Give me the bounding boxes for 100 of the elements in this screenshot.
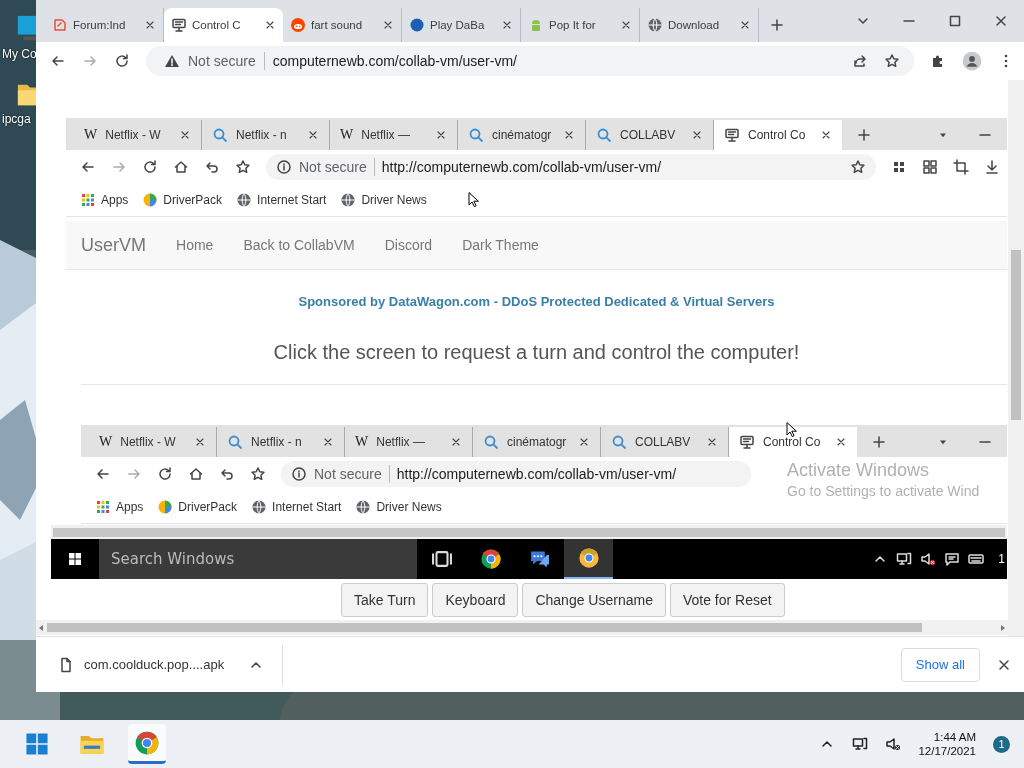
browser-tab[interactable]: Control Co bbox=[714, 120, 842, 150]
crop-icon[interactable] bbox=[953, 159, 969, 175]
nav-link[interactable]: Home bbox=[176, 237, 214, 253]
monitor-icon[interactable] bbox=[852, 736, 869, 752]
close-icon[interactable] bbox=[563, 129, 575, 141]
close-icon[interactable] bbox=[501, 19, 513, 31]
back-icon[interactable] bbox=[95, 466, 111, 482]
bookmark[interactable]: Driver News bbox=[340, 192, 427, 208]
star-icon[interactable] bbox=[850, 159, 866, 175]
task-view-icon[interactable] bbox=[430, 548, 453, 570]
browser-tab[interactable]: Pop It for bbox=[521, 8, 640, 42]
home-icon[interactable] bbox=[188, 466, 204, 482]
chrome-icon[interactable] bbox=[479, 548, 502, 570]
undo-icon[interactable] bbox=[204, 159, 220, 175]
star-icon[interactable] bbox=[884, 53, 900, 69]
download-icon[interactable] bbox=[984, 159, 1000, 175]
bookmark[interactable]: DriverPack bbox=[142, 192, 223, 208]
new-tab-icon[interactable] bbox=[856, 127, 872, 143]
bookmark[interactable]: Internet Start bbox=[236, 192, 327, 208]
reload-icon[interactable] bbox=[157, 466, 173, 482]
close-icon[interactable] bbox=[620, 19, 632, 31]
close-icon[interactable] bbox=[578, 436, 590, 448]
clock[interactable]: 1:44 AM 12/17/2021 bbox=[918, 731, 976, 757]
browser-tab[interactable]: Control Co bbox=[729, 427, 857, 457]
round-logo-icon bbox=[409, 17, 425, 33]
notification-badge[interactable]: 1 bbox=[993, 735, 1010, 753]
speaker-muted-icon[interactable] bbox=[920, 551, 937, 567]
profile-icon[interactable] bbox=[962, 51, 982, 71]
share-icon[interactable] bbox=[852, 53, 868, 69]
bookmark[interactable]: Apps bbox=[80, 192, 129, 208]
address-bar[interactable]: Not secure computernewb.com/collab-vm/user-vm/ bbox=[146, 46, 914, 76]
search-icon bbox=[227, 434, 243, 450]
vm-button[interactable]: Change Username bbox=[522, 582, 666, 617]
bookmark[interactable]: Internet Start bbox=[251, 499, 342, 515]
canary-icon[interactable] bbox=[577, 547, 600, 569]
sponsor-link[interactable]: Sponsored by DataWagon.com - DDoS Protected Dedicated & Virtual Servers bbox=[66, 294, 1007, 309]
brand-link[interactable]: UserVM bbox=[81, 234, 146, 256]
reload-icon[interactable] bbox=[142, 159, 158, 175]
notification-icon[interactable] bbox=[944, 551, 961, 567]
vm-button[interactable]: Vote for Reset bbox=[669, 582, 785, 617]
vertical-scrollbar[interactable] bbox=[1008, 80, 1024, 636]
search-icon bbox=[468, 127, 484, 143]
close-icon[interactable] bbox=[194, 436, 206, 448]
driverpack-icon bbox=[157, 499, 174, 515]
bookmark[interactable]: Driver News bbox=[355, 499, 442, 515]
bookmark[interactable]: Apps bbox=[95, 499, 144, 515]
clock[interactable]: 1 bbox=[992, 552, 1007, 566]
star-icon[interactable] bbox=[250, 466, 266, 482]
close-icon[interactable] bbox=[450, 436, 462, 448]
browser-tab[interactable]: Play DaBa bbox=[402, 8, 521, 42]
back-icon[interactable] bbox=[50, 53, 66, 69]
chat-bubbles-icon[interactable] bbox=[528, 548, 551, 570]
close-icon[interactable] bbox=[706, 436, 718, 448]
address-bar[interactable]: Not secure http://computernewb.com/collab-vm/user-vm/ bbox=[281, 461, 751, 487]
horizontal-scrollbar[interactable] bbox=[36, 620, 1008, 635]
show-all-button[interactable]: Show all bbox=[900, 647, 980, 682]
nav-link[interactable]: Discord bbox=[384, 237, 433, 253]
home-icon[interactable] bbox=[173, 159, 189, 175]
desktop-icon-label[interactable]: ipcga bbox=[2, 112, 31, 126]
new-tab-icon[interactable] bbox=[871, 434, 887, 450]
close-icon[interactable] bbox=[993, 13, 1009, 29]
desktop-icon-label[interactable]: My Co bbox=[2, 47, 36, 61]
close-icon[interactable] bbox=[435, 129, 447, 141]
nav-link[interactable]: Back to CollabVM bbox=[243, 237, 355, 253]
taskbar-app[interactable] bbox=[564, 539, 613, 579]
star-icon[interactable] bbox=[235, 159, 251, 175]
driverpack-icon bbox=[142, 192, 159, 208]
undo-icon[interactable] bbox=[219, 466, 235, 482]
close-icon[interactable] bbox=[739, 19, 751, 31]
reload-icon[interactable] bbox=[114, 53, 130, 69]
browser-tab[interactable]: Control C bbox=[164, 8, 283, 42]
address-bar[interactable]: Not secure http://computernewb.com/collab-vm/user-vm/ bbox=[266, 154, 876, 180]
monitor-icon[interactable] bbox=[896, 551, 913, 567]
bookmark[interactable]: DriverPack bbox=[157, 499, 238, 515]
search-icon bbox=[212, 127, 228, 143]
keyboard-icon[interactable] bbox=[968, 551, 985, 567]
vm-button[interactable]: Keyboard bbox=[432, 582, 519, 617]
back-icon[interactable] bbox=[80, 159, 96, 175]
horizontal-scrollbar[interactable] bbox=[51, 525, 1007, 539]
browser-tab[interactable]: Download bbox=[640, 8, 759, 42]
close-icon[interactable] bbox=[144, 19, 156, 31]
close-icon[interactable] bbox=[264, 19, 276, 31]
close-icon[interactable] bbox=[835, 436, 847, 448]
download-file-name[interactable]: com.coolduck.pop....apk bbox=[84, 657, 225, 672]
close-icon[interactable] bbox=[179, 129, 191, 141]
close-icon[interactable] bbox=[382, 19, 394, 31]
collections-icon[interactable] bbox=[922, 159, 938, 175]
new-tab-icon[interactable] bbox=[769, 17, 785, 33]
activation-hint: Go to Settings to activate Wind bbox=[787, 483, 980, 499]
speaker-muted-icon[interactable] bbox=[885, 736, 902, 752]
windows-logo-icon[interactable] bbox=[67, 551, 83, 567]
close-icon[interactable] bbox=[322, 436, 334, 448]
vm-button[interactable]: Take Turn bbox=[341, 582, 429, 617]
close-icon[interactable] bbox=[691, 129, 703, 141]
maximize-icon[interactable] bbox=[947, 13, 963, 29]
browser-tab[interactable]: fart sound bbox=[283, 8, 402, 42]
close-icon[interactable] bbox=[820, 129, 832, 141]
nav-link[interactable]: Dark Theme bbox=[462, 237, 539, 253]
search-field[interactable]: Search Windows bbox=[99, 539, 417, 579]
close-icon[interactable] bbox=[307, 129, 319, 141]
